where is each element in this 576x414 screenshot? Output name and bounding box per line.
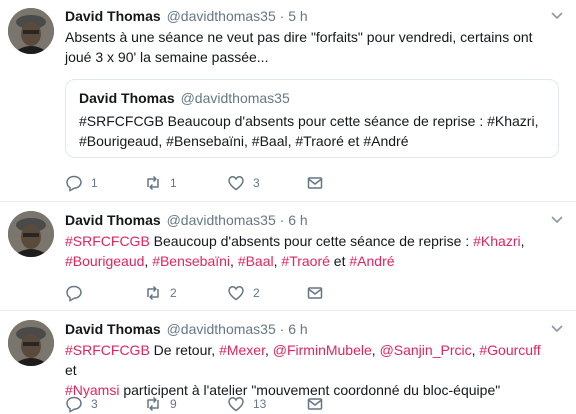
timestamp[interactable]: 6 h <box>288 212 307 228</box>
envelope-icon <box>307 398 323 410</box>
quoted-author-handle: @davidthomas35 <box>180 90 290 106</box>
mention-link[interactable]: @Sanjin_Prcic <box>380 342 472 358</box>
tweet-text-line: #Bourigeaud, #Bensebaïni, #Baal, #Traoré… <box>65 251 555 271</box>
tweet-text-line: #SRFCFCGB Beaucoup d'absents pour cette … <box>65 231 555 251</box>
tweet-header: David Thomas @davidthomas35 · 6 h <box>65 211 308 229</box>
author-handle[interactable]: @davidthomas35 <box>167 8 276 24</box>
avatar-photo <box>8 8 54 54</box>
reply-button[interactable] <box>65 283 91 303</box>
hashtag-link[interactable]: #Mexer <box>219 342 265 358</box>
like-button[interactable]: 3 <box>227 173 260 193</box>
avatar[interactable] <box>8 320 54 366</box>
text-segment: De retour, <box>149 342 220 358</box>
separator-dot: · <box>279 212 285 228</box>
author-name[interactable]: David Thomas <box>65 8 161 24</box>
chevron-down-icon[interactable] <box>550 11 564 21</box>
tweet-text: #SRFCFCGB Beaucoup d'absents pour cette … <box>65 231 555 271</box>
reply-count: 3 <box>91 397 98 411</box>
hashtag-link[interactable]: #Bourigeaud <box>65 253 144 269</box>
heart-icon <box>228 176 244 191</box>
hashtag-link[interactable]: #Traoré <box>281 253 330 269</box>
tweet-text: Absents à une séance ne veut pas dire "f… <box>65 27 555 67</box>
tweet[interactable]: David Thomas @davidthomas35 · 5 h Absent… <box>0 0 576 202</box>
like-button[interactable]: 2 <box>227 283 260 303</box>
retweet-count: 9 <box>170 397 177 411</box>
hashtag-link[interactable]: #Baal <box>238 253 274 269</box>
tweet[interactable]: David Thomas @davidthomas35 · 6 h #SRFCF… <box>0 311 576 414</box>
retweet-button[interactable]: 1 <box>144 173 177 193</box>
text-segment: , <box>230 253 238 269</box>
hashtag-link[interactable]: #André <box>349 253 394 269</box>
retweet-icon <box>147 396 159 412</box>
text-segment: et <box>329 253 350 269</box>
retweet-icon <box>147 285 159 301</box>
timestamp[interactable]: 6 h <box>288 321 307 337</box>
quoted-text-line: #Bourigeaud, #Bensebaïni, #Baal, #Traoré… <box>79 133 409 149</box>
envelope-icon <box>307 177 323 189</box>
like-count: 13 <box>253 397 267 411</box>
text-segment: , <box>371 342 380 358</box>
heart-icon <box>228 286 244 301</box>
direct-message-button[interactable] <box>306 283 324 303</box>
text-segment: , <box>520 233 525 249</box>
separator-dot: · <box>279 8 285 24</box>
quoted-tweet[interactable]: David Thomas @davidthomas35 #SRFCFCGB Be… <box>65 79 559 158</box>
text-segment: , <box>264 342 273 358</box>
chevron-down-icon[interactable] <box>550 215 564 225</box>
reply-icon <box>66 285 82 302</box>
tweet-text-line: Absents à une séance ne veut pas dire "f… <box>65 29 533 45</box>
tweet-header: David Thomas @davidthomas35 · 5 h <box>65 7 308 25</box>
like-count: 2 <box>253 286 260 300</box>
reply-button[interactable]: 3 <box>65 394 98 414</box>
direct-message-button[interactable] <box>306 173 324 193</box>
direct-message-button[interactable] <box>306 394 324 414</box>
chevron-down-icon[interactable] <box>550 324 564 334</box>
envelope-icon <box>307 287 323 299</box>
author-name[interactable]: David Thomas <box>65 321 161 337</box>
timestamp[interactable]: 5 h <box>288 8 307 24</box>
tweet[interactable]: David Thomas @davidthomas35 · 6 h #SRFCF… <box>0 202 576 311</box>
tweet-header: David Thomas @davidthomas35 · 6 h <box>65 320 308 338</box>
quoted-text-line: #SRFCFCGB Beaucoup d'absents pour cette … <box>79 113 539 129</box>
retweet-button[interactable]: 9 <box>144 394 177 414</box>
retweet-button[interactable]: 2 <box>144 283 177 303</box>
quoted-author-name: David Thomas <box>79 90 175 106</box>
reply-button[interactable]: 1 <box>65 173 98 193</box>
hashtag-link[interactable]: #Bensebaïni <box>152 253 230 269</box>
avatar[interactable] <box>8 211 54 257</box>
mention-link[interactable]: @FirminMubele <box>273 342 372 358</box>
quoted-tweet-header: David Thomas @davidthomas35 <box>79 89 290 107</box>
author-name[interactable]: David Thomas <box>65 212 161 228</box>
separator-dot: · <box>279 321 285 337</box>
retweet-icon <box>147 175 159 191</box>
text-segment: et <box>65 362 77 378</box>
tweet-text-line: joué 3 x 90' la semaine passée... <box>65 49 269 65</box>
text-segment: Beaucoup d'absents pour cette séance de … <box>149 233 474 249</box>
hashtag-link[interactable]: #Khazri <box>473 233 520 249</box>
retweet-count: 2 <box>170 286 177 300</box>
reply-count: 1 <box>91 176 98 190</box>
tweet-text-line: #SRFCFCGB De retour, #Mexer, @FirminMube… <box>65 340 555 380</box>
like-count: 3 <box>253 176 260 190</box>
hashtag-link[interactable]: #SRFCFCGB <box>65 342 150 358</box>
reply-icon <box>66 396 82 413</box>
avatar[interactable] <box>8 8 54 54</box>
reply-icon <box>66 175 82 192</box>
avatar-photo <box>8 320 54 366</box>
tweet-text: #SRFCFCGB De retour, #Mexer, @FirminMube… <box>65 340 555 400</box>
hashtag-link[interactable]: #SRFCFCGB <box>65 233 150 249</box>
author-handle[interactable]: @davidthomas35 <box>167 321 276 337</box>
quoted-tweet-text: #SRFCFCGB Beaucoup d'absents pour cette … <box>79 111 549 151</box>
avatar-photo <box>8 211 54 257</box>
like-button[interactable]: 13 <box>227 394 266 414</box>
heart-icon <box>228 397 244 412</box>
author-handle[interactable]: @davidthomas35 <box>167 212 276 228</box>
retweet-count: 1 <box>170 176 177 190</box>
hashtag-link[interactable]: #Gourcuff <box>479 342 540 358</box>
